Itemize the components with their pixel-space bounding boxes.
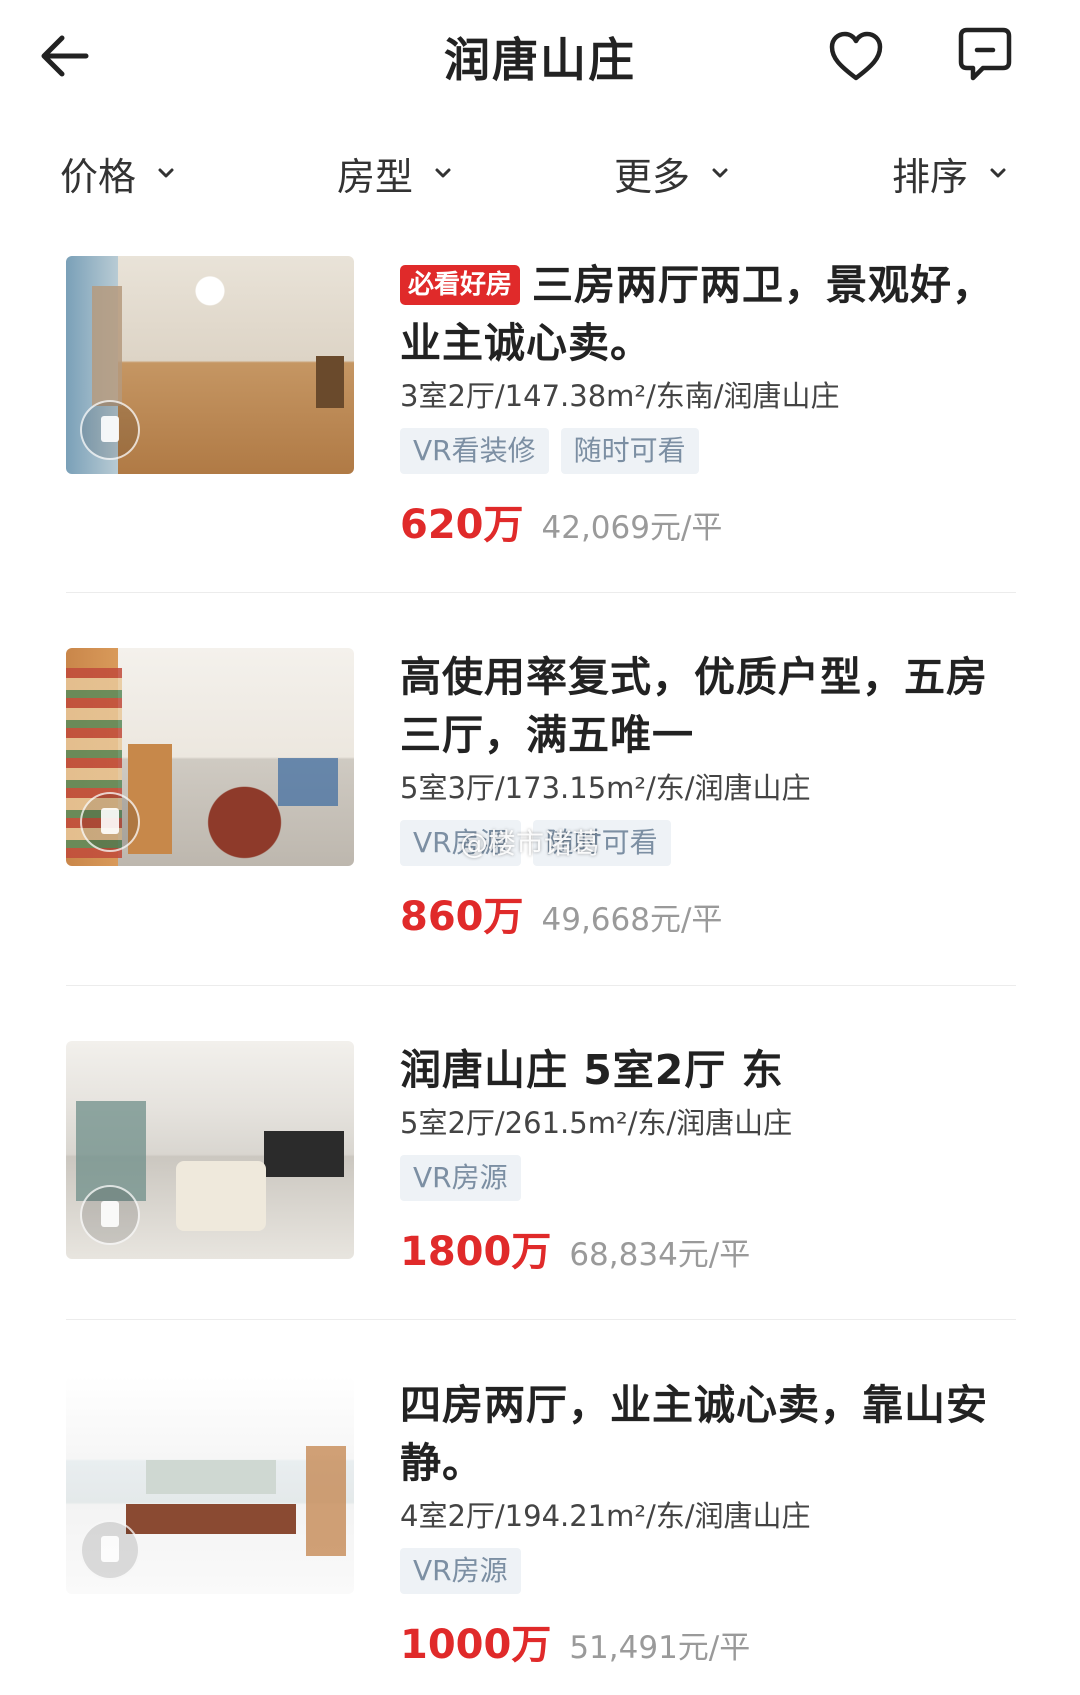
divider: [66, 1319, 1016, 1320]
listing-spec: 5室3厅/173.15m²/东/润唐山庄: [400, 771, 811, 805]
listing-spec: 5室2厅/261.5m²/东/润唐山庄: [400, 1106, 793, 1140]
total-price: 620万: [400, 502, 524, 548]
listing-photo[interactable]: [66, 1376, 354, 1594]
listing-info: 四房两厅，业主诚心卖，靠山安静。 4室2厅/194.21m²/东/润唐山庄 VR…: [400, 1376, 1020, 1670]
listing-info: 高使用率复式，优质户型，五房三厅，满五唯一 5室3厅/173.15m²/东/润唐…: [400, 648, 1020, 942]
listing-info: 必看好房 三房两厅两卫，景观好，业主诚心卖。 3室2厅/147.38m²/东南/润…: [400, 256, 1020, 550]
tag-list: VR房源 随时可看: [400, 820, 1020, 866]
unit-price: 42,069元/平: [541, 510, 723, 546]
listing-title[interactable]: 四房两厅，业主诚心卖，靠山安静。: [400, 1376, 1020, 1492]
listing-tag: VR房源: [400, 1155, 521, 1201]
filter-price[interactable]: 价格: [60, 138, 178, 208]
total-price: 1800万: [400, 1229, 552, 1275]
listing-tag: VR房源: [400, 820, 521, 866]
unit-price: 51,491元/平: [569, 1630, 751, 1666]
heart-icon: [829, 31, 883, 81]
listing-photo[interactable]: [66, 1041, 354, 1259]
listing-spec: 3室2厅/147.38m²/东南/润唐山庄: [400, 379, 840, 413]
filter-more[interactable]: 更多: [614, 138, 732, 208]
message-button[interactable]: [955, 24, 1015, 84]
price-row: 860万 49,668元/平: [400, 884, 1020, 942]
listing-tag: 随时可看: [532, 820, 671, 866]
filter-layout[interactable]: 房型: [337, 138, 455, 208]
listing-tag: 随时可看: [560, 428, 699, 474]
must-see-badge: 必看好房: [400, 265, 521, 305]
tag-list: VR房源: [400, 1548, 1020, 1594]
listing-spec: 4室2厅/194.21m²/东/润唐山庄: [400, 1499, 811, 1533]
chevron-down-icon: [990, 168, 1006, 178]
unit-price: 68,834元/平: [569, 1237, 751, 1273]
top-bar: 润唐山庄: [0, 0, 1080, 110]
vr-icon: [80, 1520, 140, 1580]
chevron-down-icon: [158, 168, 174, 178]
total-price: 860万: [400, 894, 524, 940]
price-row: 1800万 68,834元/平: [400, 1219, 1020, 1277]
chat-bubble-icon: [958, 27, 1012, 81]
price-row: 620万 42,069元/平: [400, 492, 1020, 550]
vr-icon: [80, 1185, 140, 1245]
tag-list: VR房源: [400, 1155, 1020, 1201]
favorite-button[interactable]: [826, 26, 886, 86]
listing-photo[interactable]: [66, 256, 354, 474]
listing-title[interactable]: 润唐山庄 5室2厅 东: [400, 1041, 1020, 1099]
page-title: 润唐山庄: [444, 33, 636, 87]
vr-icon: [80, 400, 140, 460]
chevron-down-icon: [435, 168, 451, 178]
listing-tag: VR看装修: [400, 428, 549, 474]
listing-photo[interactable]: [66, 648, 354, 866]
divider: [66, 592, 1016, 593]
filter-label: 更多: [614, 154, 691, 199]
filter-label: 排序: [892, 154, 969, 199]
vr-icon: [80, 792, 140, 852]
price-row: 1000万 51,491元/平: [400, 1612, 1020, 1670]
filter-label: 价格: [60, 154, 137, 199]
unit-price: 49,668元/平: [541, 902, 723, 938]
divider: [66, 985, 1016, 986]
tag-list: VR看装修 随时可看: [400, 428, 1020, 474]
listing-tag: VR房源: [400, 1548, 521, 1594]
listing-title[interactable]: 高使用率复式，优质户型，五房三厅，满五唯一: [400, 648, 1020, 764]
listing-info: 润唐山庄 5室2厅 东 5室2厅/261.5m²/东/润唐山庄 VR房源 180…: [400, 1041, 1020, 1277]
filter-sort[interactable]: 排序: [892, 138, 1010, 208]
total-price: 1000万: [400, 1622, 552, 1668]
filter-label: 房型: [337, 154, 414, 199]
filter-bar: 价格 房型 更多 排序: [0, 138, 1080, 208]
chevron-down-icon: [712, 168, 728, 178]
listing-title[interactable]: 必看好房 三房两厅两卫，景观好，业主诚心卖。: [400, 256, 1020, 372]
